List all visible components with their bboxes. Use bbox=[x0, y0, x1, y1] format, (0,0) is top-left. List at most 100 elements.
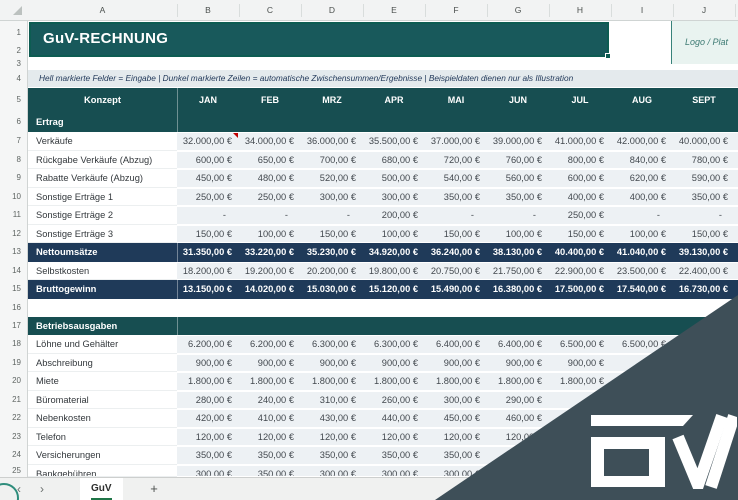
row-number[interactable]: 21 bbox=[0, 395, 21, 405]
total-row[interactable]: Bruttogewinn 13.150,00 €14.020,00 €15.030… bbox=[28, 280, 738, 299]
row-number[interactable]: 4 bbox=[0, 74, 21, 84]
row-number[interactable]: 2 bbox=[0, 46, 21, 56]
concept-column-header[interactable]: Konzept bbox=[28, 88, 177, 112]
value-cell[interactable]: - bbox=[611, 207, 673, 224]
value-cell[interactable]: 6.300,00 € bbox=[301, 336, 363, 353]
total-row[interactable]: Nettoumsätze 31.350,00 €33.220,00 €35.230… bbox=[28, 243, 738, 262]
table-header-row[interactable]: Konzept JAN FEB MRZ APR MAI JUN JUL AUG SEPT bbox=[28, 88, 738, 112]
total-value-cell[interactable]: 31.350,00 € bbox=[177, 243, 239, 262]
value-cell[interactable]: - bbox=[177, 207, 239, 224]
total-value-cell[interactable]: 13.150,00 € bbox=[177, 280, 239, 299]
value-cell[interactable]: 200,00 € bbox=[363, 207, 425, 224]
value-cell[interactable]: 1.800,00 € bbox=[239, 373, 301, 390]
value-cell[interactable]: 900,00 € bbox=[177, 355, 239, 372]
value-cell[interactable]: 350,00 € bbox=[425, 189, 487, 206]
value-cell[interactable]: 780,00 € bbox=[673, 152, 735, 169]
row-number[interactable]: 8 bbox=[0, 155, 21, 165]
data-row-label-cell[interactable]: Sonstige Erträge 2 bbox=[28, 206, 177, 225]
value-cell[interactable]: 1.800,00 € bbox=[301, 373, 363, 390]
value-cell[interactable]: 150,00 € bbox=[177, 226, 239, 243]
data-row-label-cell[interactable]: Löhne und Gehälter bbox=[28, 335, 177, 354]
value-cell[interactable]: 300,00 € bbox=[363, 189, 425, 206]
column-header-e[interactable]: E bbox=[374, 0, 414, 21]
value-cell[interactable]: 150,00 € bbox=[425, 226, 487, 243]
total-value-cell[interactable]: 40.400,00 € bbox=[549, 243, 611, 262]
selection-handle[interactable] bbox=[605, 53, 611, 59]
value-cell[interactable]: - bbox=[425, 207, 487, 224]
column-header-h[interactable]: H bbox=[560, 0, 600, 21]
column-header-a[interactable]: A bbox=[83, 0, 123, 21]
value-cell[interactable]: 900,00 € bbox=[363, 355, 425, 372]
value-cell[interactable]: 100,00 € bbox=[363, 226, 425, 243]
sheet-tab-guv[interactable]: GuV bbox=[80, 478, 123, 500]
total-value-cell[interactable]: 15.030,00 € bbox=[301, 280, 363, 299]
value-cell[interactable]: 300,00 € bbox=[301, 466, 363, 477]
value-cell[interactable]: 120,00 € bbox=[301, 429, 363, 446]
value-cell[interactable]: 620,00 € bbox=[611, 170, 673, 187]
column-header-d[interactable]: D bbox=[312, 0, 352, 21]
value-cell[interactable]: 120,00 € bbox=[425, 429, 487, 446]
value-cell[interactable]: 600,00 € bbox=[549, 170, 611, 187]
value-cell[interactable]: 34.000,00 € bbox=[239, 133, 301, 150]
value-cell[interactable]: 350,00 € bbox=[301, 447, 363, 464]
value-cell[interactable]: 310,00 € bbox=[301, 392, 363, 409]
data-row-label-cell[interactable]: Nebenkosten bbox=[28, 409, 177, 428]
row-number[interactable]: 9 bbox=[0, 173, 21, 183]
value-cell[interactable]: 41.000,00 € bbox=[549, 133, 611, 150]
value-cell[interactable]: 280,00 € bbox=[177, 392, 239, 409]
data-row-label-cell[interactable]: Selbstkosten bbox=[28, 261, 177, 280]
total-value-cell[interactable]: 33.220,00 € bbox=[239, 243, 301, 262]
value-cell[interactable]: 590,00 € bbox=[673, 170, 735, 187]
value-cell[interactable]: 1.800,00 € bbox=[425, 373, 487, 390]
value-cell[interactable]: 350,00 € bbox=[177, 447, 239, 464]
month-column-header[interactable]: JUL bbox=[549, 88, 611, 112]
value-cell[interactable]: 37.000,00 € bbox=[425, 133, 487, 150]
data-row-label-cell[interactable]: Miete bbox=[28, 372, 177, 391]
add-sheet-button[interactable]: + bbox=[146, 478, 162, 500]
row-number[interactable]: 23 bbox=[0, 432, 21, 442]
row-number[interactable]: 20 bbox=[0, 376, 21, 386]
value-cell[interactable]: 22.400,00 € bbox=[673, 263, 735, 280]
value-cell[interactable]: 1.800,00 € bbox=[487, 373, 549, 390]
row-number[interactable]: 14 bbox=[0, 266, 21, 276]
data-row-label-cell[interactable]: Telefon bbox=[28, 427, 177, 446]
data-row-label-cell[interactable]: Verkäufe bbox=[28, 132, 177, 151]
row-number[interactable]: 1 bbox=[0, 28, 21, 38]
data-row-label-cell[interactable]: Rückgabe Verkäufe (Abzug) bbox=[28, 150, 177, 169]
data-row-label-cell[interactable]: Abschreibung bbox=[28, 353, 177, 372]
value-cell[interactable]: 120,00 € bbox=[239, 429, 301, 446]
value-cell[interactable]: 350,00 € bbox=[239, 447, 301, 464]
value-cell[interactable]: 250,00 € bbox=[177, 189, 239, 206]
value-cell[interactable]: 450,00 € bbox=[177, 170, 239, 187]
value-cell[interactable]: 900,00 € bbox=[549, 355, 611, 372]
logo-placeholder-cell[interactable]: Logo / Plat bbox=[671, 21, 738, 64]
value-cell[interactable]: 150,00 € bbox=[301, 226, 363, 243]
value-cell[interactable]: 300,00 € bbox=[177, 466, 239, 477]
month-column-header[interactable]: MRZ bbox=[301, 88, 363, 112]
month-column-header[interactable]: MAI bbox=[425, 88, 487, 112]
total-value-cell[interactable]: 17.540,00 € bbox=[611, 280, 673, 299]
value-cell[interactable]: 250,00 € bbox=[549, 207, 611, 224]
value-cell[interactable]: 300,00 € bbox=[363, 466, 425, 477]
value-cell[interactable]: 650,00 € bbox=[239, 152, 301, 169]
value-cell[interactable]: 290,00 € bbox=[487, 392, 549, 409]
legend-note-bar[interactable]: Hell markierte Felder = Eingabe | Dunkel… bbox=[28, 70, 738, 87]
value-cell[interactable]: 120,00 € bbox=[363, 429, 425, 446]
value-cell[interactable]: 260,00 € bbox=[363, 392, 425, 409]
value-cell[interactable]: 36.000,00 € bbox=[301, 133, 363, 150]
value-cell[interactable]: 800,00 € bbox=[549, 152, 611, 169]
value-cell[interactable]: 40.000,00 € bbox=[673, 133, 735, 150]
value-cell[interactable]: 350,00 € bbox=[363, 447, 425, 464]
value-cell[interactable]: 350,00 € bbox=[239, 466, 301, 477]
value-cell[interactable]: - bbox=[239, 207, 301, 224]
value-cell[interactable]: 400,00 € bbox=[611, 189, 673, 206]
row-number[interactable]: 17 bbox=[0, 321, 21, 331]
row-number[interactable]: 5 bbox=[0, 95, 21, 105]
month-column-header[interactable]: AUG bbox=[611, 88, 673, 112]
value-cell[interactable]: 300,00 € bbox=[425, 392, 487, 409]
value-cell[interactable]: 720,00 € bbox=[425, 152, 487, 169]
column-header-f[interactable]: F bbox=[436, 0, 476, 21]
value-cell[interactable]: 100,00 € bbox=[239, 226, 301, 243]
data-row-label-cell[interactable]: Versicherungen bbox=[28, 446, 177, 465]
total-value-cell[interactable]: 14.020,00 € bbox=[239, 280, 301, 299]
